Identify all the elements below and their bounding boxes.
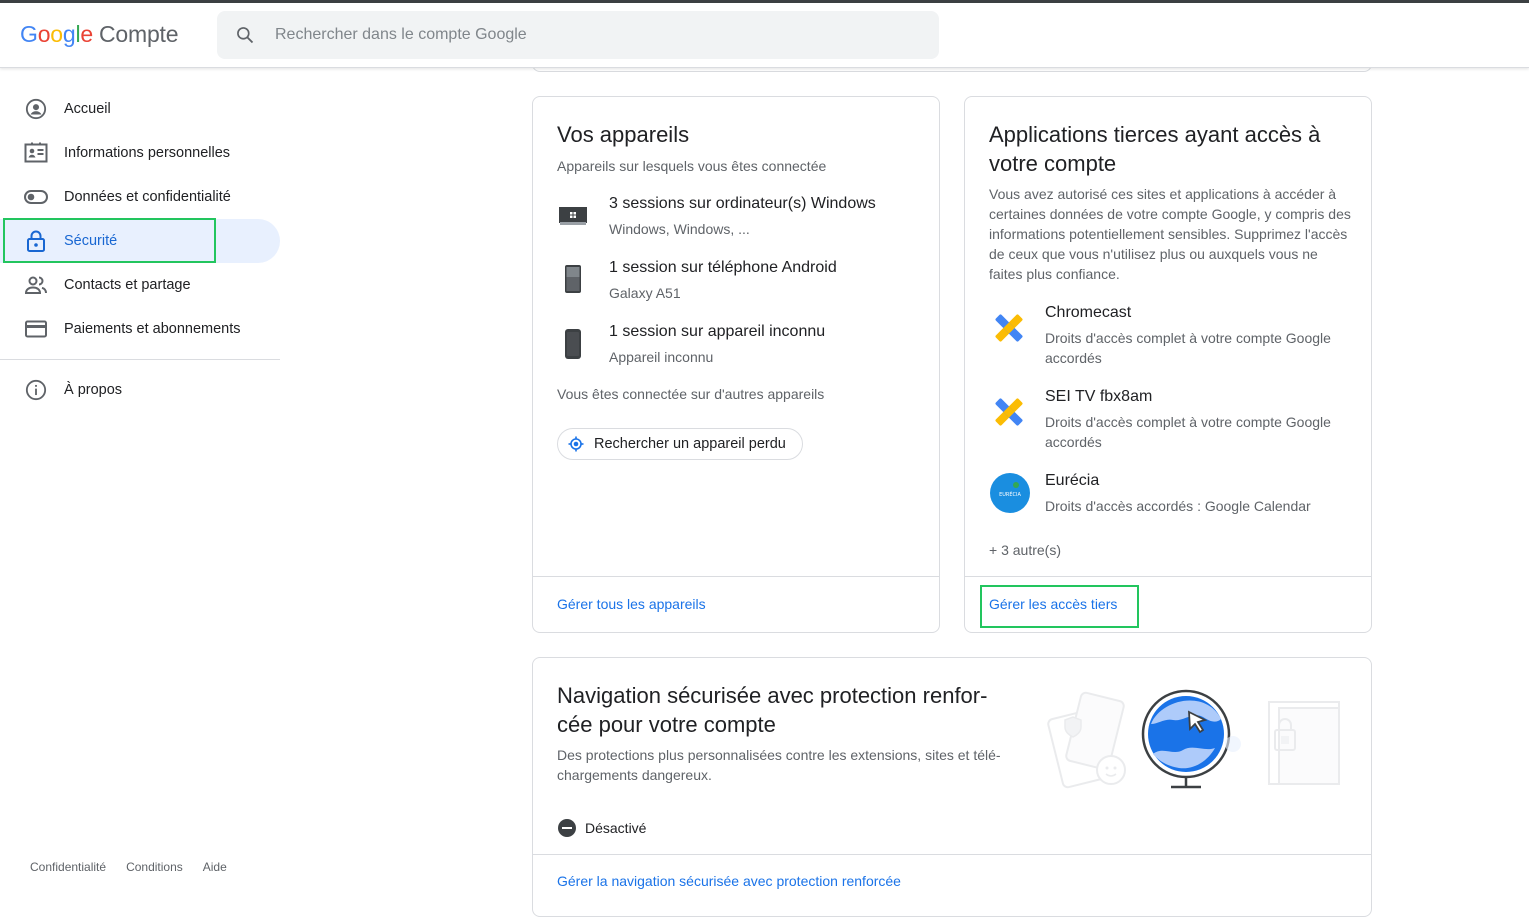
account-circle-icon bbox=[24, 97, 48, 121]
logo-letter: o bbox=[37, 21, 51, 47]
safe-browsing-title-line2: cée pour votre compte bbox=[557, 712, 776, 737]
device-title: 1 session sur téléphone Android bbox=[609, 259, 837, 276]
privacy-link[interactable]: Confidentialité bbox=[30, 860, 106, 874]
safe-browsing-title-line1: Navigation sécurisée avec protection ren… bbox=[557, 683, 988, 708]
third-party-title: Applications tierces ayant accès à votre… bbox=[989, 122, 1321, 176]
app-name: Eurécia bbox=[1045, 472, 1100, 489]
third-party-app-row[interactable]: Chromecast Droits d'accès complet à votr… bbox=[989, 302, 1345, 368]
sidebar-item-informations[interactable]: Informations personnelles bbox=[0, 131, 280, 175]
disabled-status-icon bbox=[558, 819, 576, 837]
app-name: SEI TV fbx8am bbox=[1045, 388, 1153, 405]
credit-card-icon bbox=[24, 317, 48, 341]
device-row[interactable]: 1 session sur téléphone Android Galaxy A… bbox=[557, 257, 837, 303]
safe-browsing-card: Navigation sécurisée avec protection ren… bbox=[532, 657, 1372, 917]
product-name: Compte bbox=[99, 21, 179, 47]
logo-letter: o bbox=[50, 21, 63, 47]
device-detail: Windows, Windows, ... bbox=[609, 221, 750, 237]
footer-links: Confidentialité Conditions Aide bbox=[30, 860, 227, 874]
shield-phone-illustration bbox=[1047, 691, 1126, 789]
manage-devices-link[interactable]: Gérer tous les appareils bbox=[557, 596, 706, 612]
third-party-description: Vous avez autorisé ces sites et applicat… bbox=[989, 186, 1351, 282]
sidebar-item-a-propos[interactable]: À propos bbox=[0, 368, 280, 412]
search-bar bbox=[217, 11, 939, 59]
sidebar-item-label: Paiements et abonnements bbox=[64, 321, 241, 337]
safe-browsing-status: Désactivé bbox=[557, 818, 646, 838]
app-access: Droits d'accès complet à votre compte Go… bbox=[1045, 330, 1331, 366]
device-detail: Appareil inconnu bbox=[609, 349, 714, 365]
safe-browsing-title: Navigation sécurisée avec protection ren… bbox=[557, 681, 1037, 739]
app-puzzle-icon bbox=[989, 386, 1045, 452]
third-party-app-row[interactable]: EURÉCIA Eurécia Droits d'accès accordés … bbox=[989, 470, 1345, 519]
unknown-device-icon bbox=[557, 321, 609, 368]
sidebar-item-contacts[interactable]: Contacts et partage bbox=[0, 263, 280, 307]
other-devices-text: Vous êtes connectée sur d'autres apparei… bbox=[557, 386, 825, 402]
devices-title: Vos appareils bbox=[557, 122, 690, 147]
logo-letter: G bbox=[20, 21, 38, 47]
people-icon bbox=[24, 273, 48, 297]
devices-subtitle: Appareils sur lesquels vous êtes connect… bbox=[557, 158, 827, 174]
sidebar-item-label: Informations personnelles bbox=[64, 145, 231, 161]
globe-illustration bbox=[1141, 689, 1241, 789]
toggle-icon bbox=[24, 185, 48, 209]
help-link[interactable]: Aide bbox=[203, 860, 227, 874]
device-title: 1 session sur appareil inconnu bbox=[609, 323, 826, 340]
device-detail: Galaxy A51 bbox=[609, 285, 681, 301]
search-input[interactable] bbox=[275, 11, 915, 59]
safe-browsing-status-label: Désactivé bbox=[585, 820, 647, 836]
terms-link[interactable]: Conditions bbox=[126, 860, 183, 874]
phone-icon bbox=[557, 257, 609, 303]
sidebar-item-label: Contacts et partage bbox=[64, 277, 191, 293]
device-title: 3 sessions sur ordinateur(s) Windows bbox=[609, 195, 876, 212]
google-account-logo[interactable]: Google Compte bbox=[20, 21, 179, 48]
device-row[interactable]: 1 session sur appareil inconnu Appareil … bbox=[557, 321, 825, 368]
highlight-box-securite bbox=[3, 218, 216, 263]
devices-card: Vos appareils Appareils sur lesquels vou… bbox=[532, 96, 940, 633]
id-card-icon bbox=[24, 141, 48, 165]
sidebar-item-paiements[interactable]: Paiements et abonnements bbox=[0, 307, 280, 351]
third-party-card: Applications tierces ayant accès à votre… bbox=[964, 96, 1372, 633]
locate-icon bbox=[568, 436, 584, 452]
sidebar-item-label: À propos bbox=[64, 382, 123, 398]
safe-browsing-description: Des protections plus personnalisées cont… bbox=[557, 747, 1001, 783]
safe-browsing-illustration bbox=[1043, 684, 1343, 794]
sidebar-item-label: Accueil bbox=[64, 101, 111, 117]
highlight-box-manage-access bbox=[980, 585, 1139, 628]
find-lost-device-label: Rechercher un appareil perdu bbox=[594, 436, 786, 452]
manage-safe-browsing-link[interactable]: Gérer la navigation sécurisée avec prote… bbox=[557, 873, 901, 889]
third-party-app-row[interactable]: SEI TV fbx8am Droits d'accès complet à v… bbox=[989, 386, 1345, 452]
sidebar-item-donnees[interactable]: Données et confidentialité bbox=[0, 175, 280, 219]
more-apps-count: + 3 autre(s) bbox=[989, 542, 1061, 558]
logo-letter: e bbox=[80, 21, 93, 47]
app-header: Google Compte bbox=[0, 3, 1529, 68]
logo-letter: g bbox=[62, 21, 76, 47]
app-access: Droits d'accès accordés : Google Calenda… bbox=[1045, 498, 1311, 514]
search-icon[interactable] bbox=[235, 25, 255, 45]
sidebar-divider bbox=[0, 359, 280, 360]
svg-text:EURÉCIA: EURÉCIA bbox=[999, 490, 1021, 498]
devices-card-footer: Gérer tous les appareils bbox=[533, 576, 939, 632]
lock-window-illustration bbox=[1268, 701, 1340, 785]
sidebar-item-label: Données et confidentialité bbox=[64, 189, 231, 205]
find-lost-device-button[interactable]: Rechercher un appareil perdu bbox=[557, 428, 803, 460]
laptop-icon bbox=[557, 193, 609, 239]
app-access: Droits d'accès complet à votre compte Go… bbox=[1045, 414, 1331, 450]
eurecia-logo-icon: EURÉCIA bbox=[989, 470, 1045, 519]
info-icon bbox=[24, 378, 48, 402]
device-row[interactable]: 3 sessions sur ordinateur(s) Windows Win… bbox=[557, 193, 876, 239]
app-puzzle-icon bbox=[989, 302, 1045, 368]
sidebar-item-accueil[interactable]: Accueil bbox=[0, 87, 280, 131]
safe-browsing-card-divider bbox=[533, 854, 1371, 855]
app-name: Chromecast bbox=[1045, 304, 1132, 321]
